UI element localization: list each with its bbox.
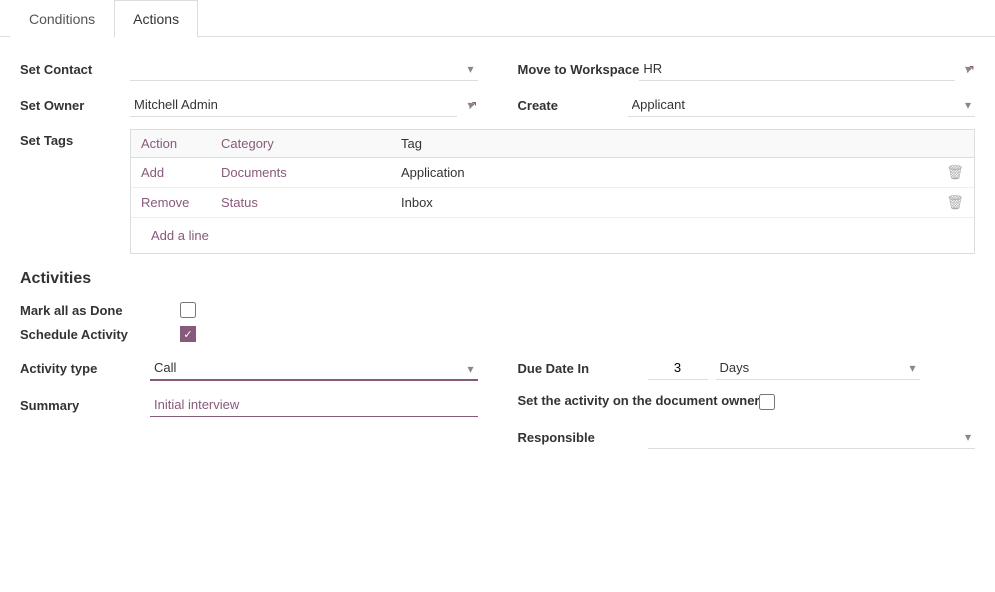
tags-row1-delete[interactable]: 🗑	[936, 158, 974, 188]
create-label: Create	[518, 98, 628, 113]
tags-row2-category: Status	[211, 188, 391, 218]
summary-row: Summary	[20, 393, 478, 417]
tags-col-delete-header	[936, 130, 974, 158]
due-date-unit-select[interactable]	[716, 356, 920, 380]
activity-type-label: Activity type	[20, 361, 150, 376]
mark-all-done-row: Mark all as Done	[20, 302, 975, 318]
table-row-add: Add a line	[131, 218, 974, 254]
set-owner-input[interactable]	[130, 93, 457, 117]
due-date-unit-input[interactable]	[716, 356, 920, 380]
tags-row1-category: Documents	[211, 158, 391, 188]
tags-row2-action: Remove	[131, 188, 211, 218]
mark-all-done-checkbox[interactable]	[180, 302, 196, 318]
set-owner-row: Set Owner	[20, 93, 478, 117]
move-to-workspace-row: Move to Workspace	[518, 57, 976, 81]
tags-col-tag: Tag	[391, 130, 936, 158]
tab-actions[interactable]: Actions	[114, 0, 198, 37]
responsible-input[interactable]	[648, 425, 976, 449]
due-date-field	[648, 356, 976, 380]
tags-add-line-cell: Add a line	[131, 218, 974, 254]
create-field[interactable]	[628, 93, 976, 117]
set-owner-field[interactable]	[130, 93, 478, 117]
tags-table: Action Category Tag Add Documents Applic…	[130, 129, 975, 254]
move-to-workspace-external-link[interactable]	[965, 62, 975, 76]
summary-field[interactable]	[150, 393, 478, 417]
table-row: Remove Status Inbox 🗑	[131, 188, 974, 218]
set-on-owner-label: Set the activity on the document owner	[518, 392, 760, 410]
activity-type-input[interactable]	[150, 356, 478, 381]
summary-label: Summary	[20, 398, 150, 413]
due-date-number-input[interactable]	[648, 356, 708, 380]
responsible-row: Responsible	[518, 425, 976, 449]
create-row: Create	[518, 93, 976, 117]
set-owner-external-link[interactable]	[467, 98, 477, 112]
summary-input[interactable]	[150, 393, 478, 417]
activities-section: Activities Mark all as Done Schedule Act…	[20, 270, 975, 461]
schedule-activity-row: Schedule Activity ✓	[20, 326, 975, 342]
responsible-field[interactable]	[648, 425, 976, 449]
activity-right-col: Due Date In Set the activity on the doc	[518, 356, 976, 461]
mark-all-done-label: Mark all as Done	[20, 303, 180, 318]
create-input[interactable]	[628, 93, 976, 117]
tags-row1-tag: Application	[391, 158, 936, 188]
right-col: Move to Workspace Create	[518, 57, 976, 129]
tags-row2-tag: Inbox	[391, 188, 936, 218]
set-owner-label: Set Owner	[20, 98, 130, 113]
set-tags-label: Set Tags	[20, 129, 130, 254]
set-tags-section: Set Tags Action Category Tag Add Documen…	[20, 129, 975, 254]
table-row: Add Documents Application 🗑	[131, 158, 974, 188]
set-contact-label: Set Contact	[20, 62, 130, 77]
activity-type-field[interactable]	[150, 356, 478, 381]
move-to-workspace-input[interactable]	[639, 57, 955, 81]
left-col: Set Contact Set Owner	[20, 57, 478, 129]
set-on-owner-row: Set the activity on the document owner	[518, 392, 976, 413]
activities-title: Activities	[20, 270, 975, 288]
main-content: Set Contact Set Owner Move to Workspace	[0, 37, 995, 501]
activity-left-col: Activity type Summary	[20, 356, 478, 461]
move-to-workspace-field[interactable]	[639, 57, 975, 81]
set-contact-input[interactable]	[130, 57, 478, 81]
activity-details-grid: Activity type Summary Due Date In	[20, 356, 975, 461]
tags-col-action: Action	[131, 130, 211, 158]
tags-row1-action: Add	[131, 158, 211, 188]
responsible-label: Responsible	[518, 430, 648, 445]
schedule-activity-label: Schedule Activity	[20, 327, 180, 342]
schedule-activity-checkbox[interactable]: ✓	[180, 326, 196, 342]
set-contact-field[interactable]	[130, 57, 478, 81]
tabs-bar: Conditions Actions	[0, 0, 995, 37]
activity-type-row: Activity type	[20, 356, 478, 381]
due-date-row: Due Date In	[518, 356, 976, 380]
due-date-label: Due Date In	[518, 361, 648, 376]
add-line-button[interactable]: Add a line	[141, 224, 219, 247]
set-on-owner-checkbox[interactable]	[759, 394, 775, 410]
move-to-workspace-label: Move to Workspace	[518, 62, 640, 77]
tags-row2-delete[interactable]: 🗑	[936, 188, 974, 218]
tab-conditions[interactable]: Conditions	[10, 0, 114, 37]
set-contact-row: Set Contact	[20, 57, 478, 81]
tags-col-category: Category	[211, 130, 391, 158]
top-form: Set Contact Set Owner Move to Workspace	[20, 57, 975, 129]
set-on-owner-checkbox-wrap	[759, 394, 775, 413]
